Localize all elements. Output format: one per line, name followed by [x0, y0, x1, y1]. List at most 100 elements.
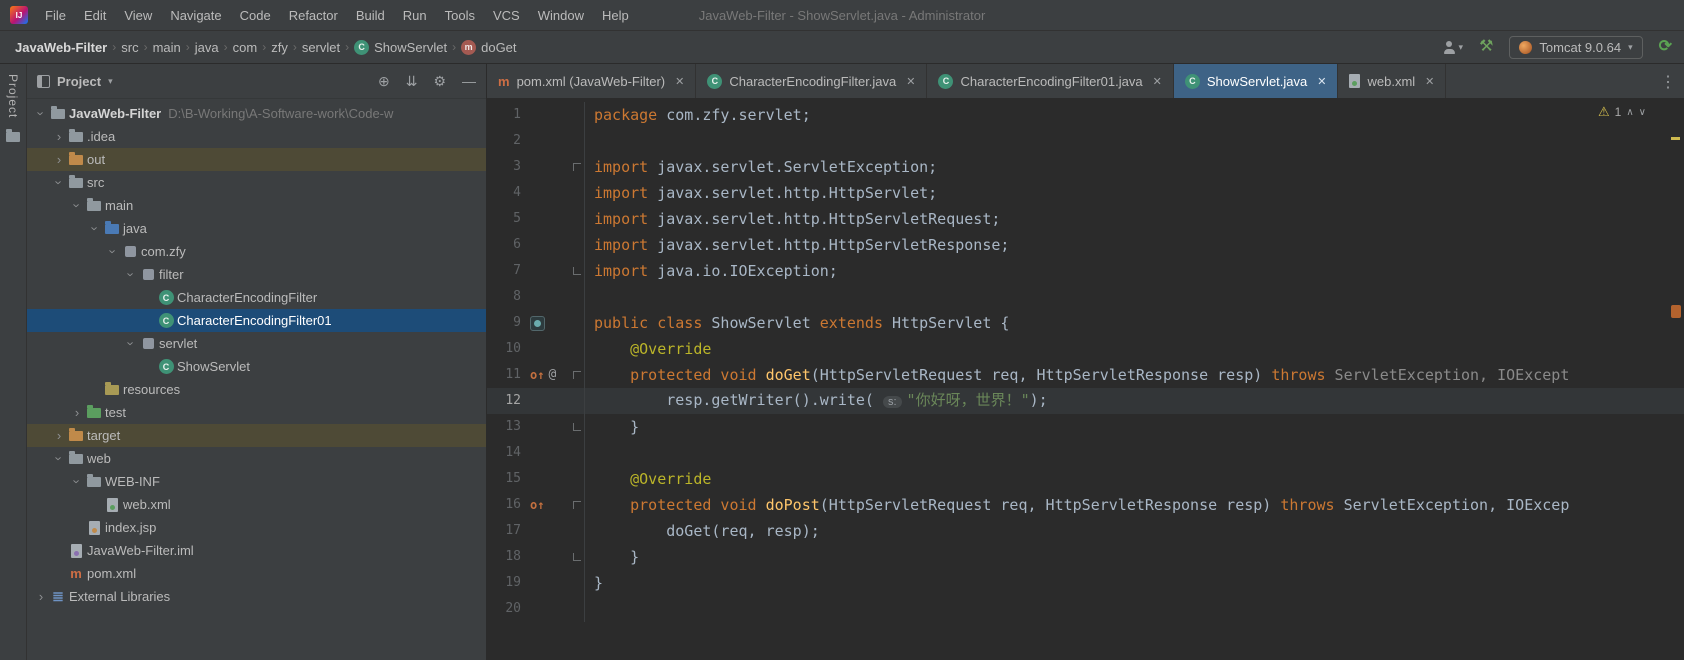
chevron-expanded-icon[interactable]: ›: [123, 336, 139, 351]
close-tab-icon[interactable]: ✕: [1425, 75, 1434, 88]
chevron-expanded-icon[interactable]: ›: [69, 198, 85, 213]
tab-web.xml[interactable]: web.xml ✕: [1338, 64, 1447, 98]
code-text[interactable]: }: [585, 570, 1684, 596]
chevron-expanded-icon[interactable]: ›: [87, 221, 103, 236]
fold-column[interactable]: [569, 128, 585, 154]
code-text[interactable]: package com.zfy.servlet;: [585, 102, 1684, 128]
code-text[interactable]: import javax.servlet.http.HttpServletRes…: [585, 232, 1684, 258]
update-application-icon[interactable]: ⟳: [1659, 39, 1672, 55]
chevron-collapsed-icon[interactable]: ›: [33, 589, 49, 604]
close-tab-icon[interactable]: ✕: [1153, 75, 1162, 88]
tree-item-target[interactable]: › target: [27, 424, 486, 447]
tree-item-servlet[interactable]: › servlet: [27, 332, 486, 355]
tree-item-web.xml[interactable]: web.xml: [27, 493, 486, 516]
code-text[interactable]: import javax.servlet.http.HttpServlet;: [585, 180, 1684, 206]
chevron-collapsed-icon[interactable]: ›: [69, 405, 85, 420]
breadcrumb-item-com[interactable]: com: [230, 38, 261, 57]
tree-item-pom.xml[interactable]: m pom.xml: [27, 562, 486, 585]
fold-column[interactable]: [569, 336, 585, 362]
menu-item-code[interactable]: Code: [231, 5, 280, 26]
close-tab-icon[interactable]: ✕: [906, 75, 915, 88]
tree-item-filter[interactable]: › filter: [27, 263, 486, 286]
code-text[interactable]: @Override: [585, 336, 1684, 362]
prev-problem-icon[interactable]: ∧: [1626, 107, 1633, 118]
tab-pom.xml-javaweb-filter-[interactable]: m pom.xml (JavaWeb-Filter) ✕: [487, 64, 697, 98]
menu-item-refactor[interactable]: Refactor: [280, 5, 347, 26]
code-editor[interactable]: 1 package com.zfy.servlet; 2 3 import javax.…: [487, 99, 1684, 660]
fold-column[interactable]: [569, 544, 585, 570]
code-line[interactable]: 5 import javax.servlet.http.HttpServletRe…: [487, 206, 1684, 232]
code-with-me-users-icon[interactable]: ▾: [1443, 40, 1463, 54]
code-text[interactable]: public class ShowServlet extends HttpSer…: [585, 310, 1684, 336]
fold-marker-end[interactable]: [572, 553, 581, 561]
fold-column[interactable]: [569, 492, 585, 518]
fold-column[interactable]: [569, 596, 585, 622]
menu-item-view[interactable]: View: [115, 5, 161, 26]
chevron-down-icon[interactable]: ▾: [108, 76, 113, 87]
code-text[interactable]: import javax.servlet.ServletException;: [585, 154, 1684, 180]
tab-showservlet.java[interactable]: C ShowServlet.java ✕: [1173, 64, 1339, 98]
code-line[interactable]: 19}: [487, 570, 1684, 596]
code-line[interactable]: 13 }: [487, 414, 1684, 440]
code-line[interactable]: 2: [487, 128, 1684, 154]
code-line[interactable]: 6 import javax.servlet.http.HttpServletRe…: [487, 232, 1684, 258]
tree-item-resources[interactable]: resources: [27, 378, 486, 401]
fold-column[interactable]: [569, 518, 585, 544]
breadcrumb-item-src[interactable]: src: [118, 38, 141, 57]
fold-column[interactable]: [569, 180, 585, 206]
close-tab-icon[interactable]: ✕: [1317, 75, 1326, 88]
chevron-collapsed-icon[interactable]: ›: [51, 428, 67, 443]
code-line[interactable]: 18 }: [487, 544, 1684, 570]
tree-item-characterencodingfilter[interactable]: C CharacterEncodingFilter: [27, 286, 486, 309]
fold-column[interactable]: [569, 570, 585, 596]
more-tabs-icon[interactable]: ⋮: [1660, 72, 1676, 92]
next-problem-icon[interactable]: ∨: [1639, 107, 1646, 118]
tree-item-javaweb-filter[interactable]: › JavaWeb-Filter D:\B-Working\A-Software-w…: [27, 102, 486, 125]
fold-column[interactable]: [569, 388, 585, 414]
code-line[interactable]: 7 import java.io.IOException;: [487, 258, 1684, 284]
code-text[interactable]: protected void doPost(HttpServletRequest…: [585, 492, 1684, 518]
code-line[interactable]: 14: [487, 440, 1684, 466]
menu-item-run[interactable]: Run: [394, 5, 436, 26]
fold-column[interactable]: [569, 310, 585, 336]
expand-all-icon[interactable]: ⇊: [406, 73, 418, 90]
chevron-expanded-icon[interactable]: ›: [105, 244, 121, 259]
fold-column[interactable]: [569, 102, 585, 128]
code-line[interactable]: 11 o↑ @ protected void doGet(HttpServletRe…: [487, 362, 1684, 388]
code-text[interactable]: import java.io.IOException;: [585, 258, 1684, 284]
fold-column[interactable]: [569, 440, 585, 466]
code-text[interactable]: @Override: [585, 466, 1684, 492]
code-text[interactable]: }: [585, 544, 1684, 570]
fold-column[interactable]: [569, 154, 585, 180]
fold-column[interactable]: [569, 258, 585, 284]
breadcrumb-item-zfy[interactable]: zfy: [268, 38, 291, 57]
code-line[interactable]: 12 resp.getWriter().write( s: "你好呀，世界！");: [487, 388, 1684, 414]
close-tab-icon[interactable]: ✕: [675, 75, 684, 88]
menu-item-help[interactable]: Help: [593, 5, 638, 26]
chevron-expanded-icon[interactable]: ›: [69, 474, 85, 489]
annotation-gutter-icon[interactable]: @: [548, 362, 556, 388]
code-text[interactable]: doGet(req, resp);: [585, 518, 1684, 544]
fold-column[interactable]: [569, 284, 585, 310]
fold-column[interactable]: [569, 362, 585, 388]
chevron-collapsed-icon[interactable]: ›: [51, 129, 67, 144]
tree-item-out[interactable]: › out: [27, 148, 486, 171]
code-text[interactable]: import javax.servlet.http.HttpServletReq…: [585, 206, 1684, 232]
overriding-method-icon[interactable]: o↑: [530, 362, 544, 388]
fold-marker-start[interactable]: [572, 501, 581, 509]
fold-marker-end[interactable]: [572, 423, 581, 431]
tree-item-web[interactable]: › web: [27, 447, 486, 470]
code-line[interactable]: 20: [487, 596, 1684, 622]
fold-marker-end[interactable]: [572, 267, 581, 275]
code-line[interactable]: 16 o↑ protected void doPost(HttpServletRe…: [487, 492, 1684, 518]
code-line[interactable]: 1 package com.zfy.servlet;: [487, 102, 1684, 128]
chevron-expanded-icon[interactable]: ›: [51, 451, 67, 466]
fold-column[interactable]: [569, 232, 585, 258]
menu-item-build[interactable]: Build: [347, 5, 394, 26]
code-text[interactable]: protected void doGet(HttpServletRequest …: [585, 362, 1684, 388]
folder-icon[interactable]: [6, 129, 20, 143]
chevron-expanded-icon[interactable]: ›: [33, 106, 49, 121]
tree-item-com.zfy[interactable]: › com.zfy: [27, 240, 486, 263]
tree-item-showservlet[interactable]: C ShowServlet: [27, 355, 486, 378]
code-line[interactable]: 3 import javax.servlet.ServletException;: [487, 154, 1684, 180]
